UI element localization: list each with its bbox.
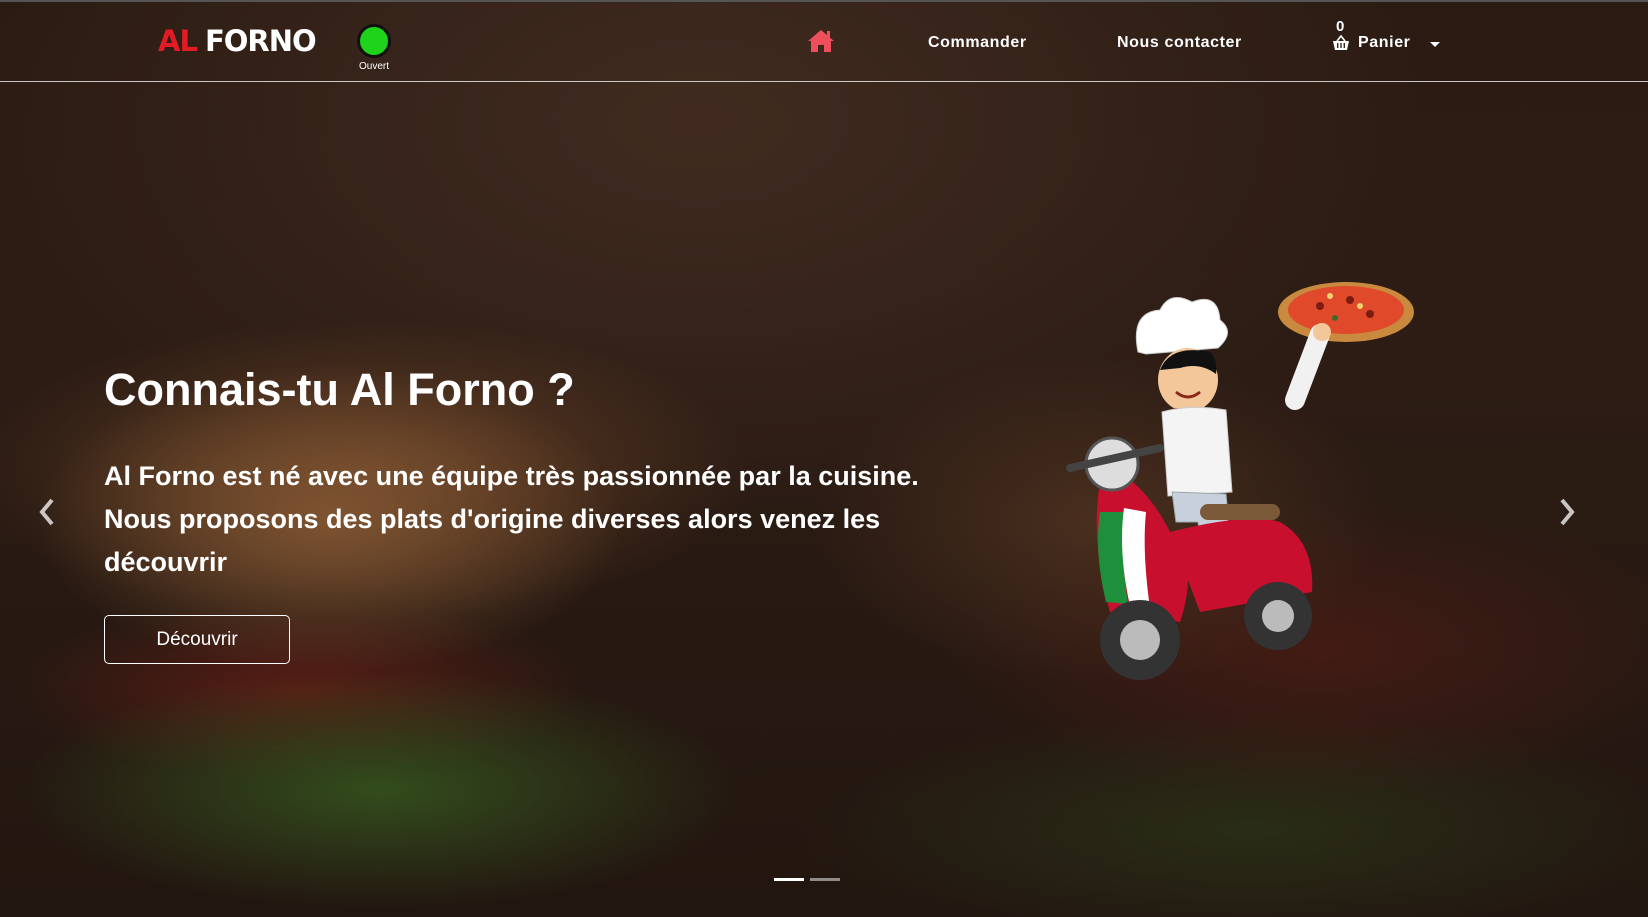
cart-count: 0: [1336, 18, 1345, 35]
nav-commander[interactable]: Commander: [928, 34, 1027, 52]
carousel-next-button[interactable]: [1552, 492, 1582, 532]
cart-dropdown[interactable]: 0 Panier: [1332, 18, 1442, 58]
carousel-indicator-1[interactable]: [774, 878, 804, 881]
open-status: Ouvert: [352, 24, 396, 72]
nav-contact[interactable]: Nous contacter: [1117, 34, 1242, 52]
brand-part-forno: FORNO: [204, 24, 317, 58]
cart-label: Panier: [1358, 34, 1411, 51]
chevron-down-icon: [1430, 42, 1440, 47]
discover-button[interactable]: Découvrir: [104, 615, 290, 664]
carousel-indicator-2[interactable]: [810, 878, 840, 881]
basket-icon: [1332, 34, 1350, 51]
chef-scooter-illustration: [1050, 282, 1430, 732]
carousel-indicators: [774, 878, 840, 881]
hero-description: Al Forno est né avec une équipe très pas…: [104, 461, 919, 577]
brand-logo[interactable]: AL FORNO: [158, 24, 317, 58]
status-label: Ouvert: [358, 61, 389, 72]
hero-title: Connais-tu Al Forno ?: [104, 364, 575, 415]
brand-part-al: AL: [158, 24, 198, 58]
carousel-prev-button[interactable]: [32, 492, 62, 532]
navbar: AL FORNO Ouvert Commander Nous contacter …: [0, 0, 1648, 82]
home-icon[interactable]: [806, 28, 836, 54]
status-indicator-icon: [357, 24, 391, 58]
